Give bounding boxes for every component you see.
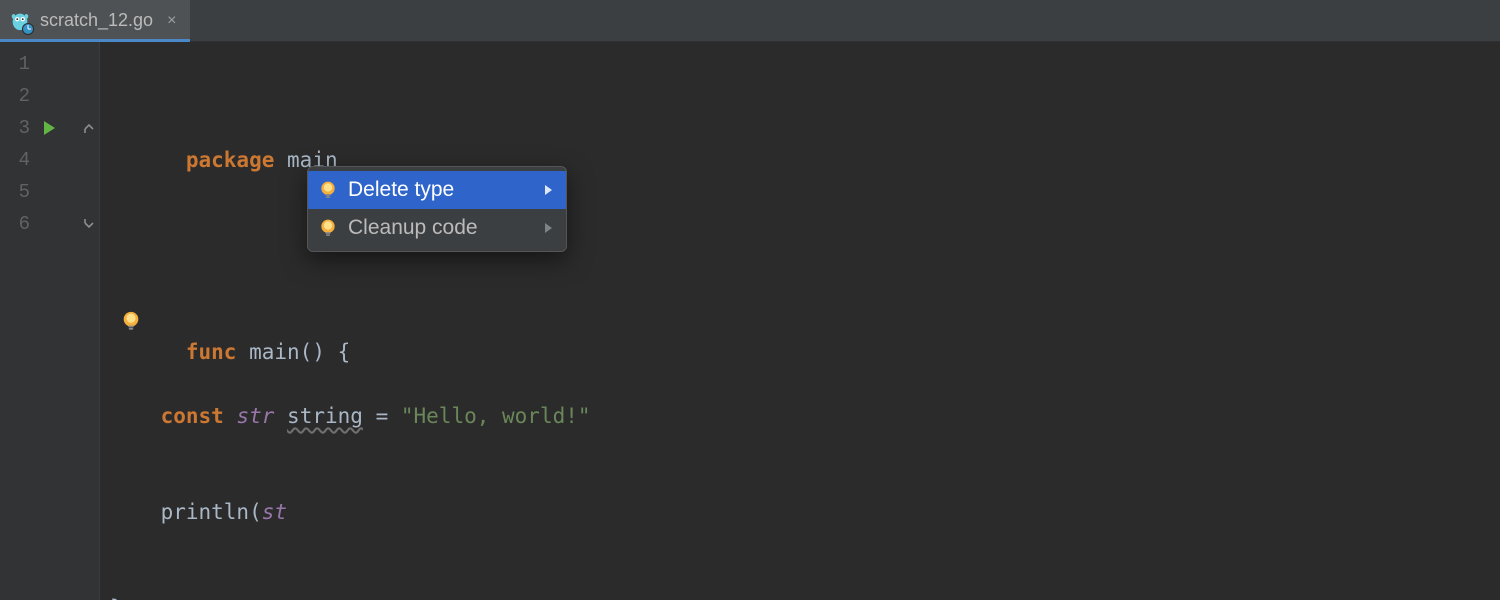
equals: = [376, 404, 389, 428]
line-number-gutter: 1 2 3 4 5 6 [0, 42, 100, 600]
file-tab-label: scratch_12.go [40, 10, 153, 31]
go-file-icon [8, 9, 32, 33]
line-number: 2 [12, 85, 30, 107]
file-tab[interactable]: scratch_12.go × [0, 0, 190, 41]
line-number: 1 [12, 53, 30, 75]
submenu-arrow-icon [545, 223, 552, 233]
intention-menu-item[interactable]: Delete type [308, 171, 566, 209]
intention-actions-popup: Delete type Cleanup code [307, 166, 567, 252]
submenu-arrow-icon [545, 185, 552, 195]
gutter-row: 6 [0, 208, 99, 240]
arg-partial: st [262, 500, 287, 524]
code-line[interactable]: func main() { [100, 304, 591, 336]
lightbulb-icon [318, 180, 338, 200]
parens: () [300, 340, 325, 364]
fold-close-icon[interactable] [83, 218, 95, 230]
func-name: main [249, 340, 300, 364]
gutter-row: 1 [0, 48, 99, 80]
gutter-row: 4 [0, 144, 99, 176]
intention-menu-item[interactable]: Cleanup code [308, 209, 566, 247]
call-println: println [161, 500, 250, 524]
code-area[interactable]: package main func main() { const str str… [100, 42, 591, 600]
code-line[interactable]: package main [100, 112, 591, 144]
code-line[interactable]: const str string = "Hello, world!" [100, 400, 591, 432]
code-line[interactable]: println(st [100, 496, 591, 528]
brace-close: } [110, 596, 123, 600]
line-number: 5 [12, 181, 30, 203]
keyword-package: package [186, 148, 275, 172]
line-number: 4 [12, 149, 30, 171]
code-editor[interactable]: 1 2 3 4 5 6 package main func main() { const … [0, 42, 1500, 600]
fold-open-icon[interactable] [83, 122, 95, 134]
intention-menu-label: Cleanup code [348, 216, 535, 240]
keyword-const: const [161, 404, 224, 428]
line-number: 3 [12, 117, 30, 139]
scratch-clock-badge [22, 23, 34, 35]
brace-open: { [338, 340, 351, 364]
gutter-row: 2 [0, 80, 99, 112]
lightbulb-icon [318, 218, 338, 238]
close-icon[interactable]: × [167, 12, 176, 30]
intention-menu-label: Delete type [348, 178, 535, 202]
const-identifier: str [236, 404, 274, 428]
code-line[interactable]: } [100, 592, 591, 600]
line-number: 6 [12, 213, 30, 235]
string-literal: "Hello, world!" [401, 404, 591, 428]
run-icon[interactable] [44, 121, 55, 135]
gutter-row: 3 [0, 112, 99, 144]
editor-tabbar: scratch_12.go × [0, 0, 1500, 42]
type-annotation: string [287, 404, 363, 428]
gutter-row: 5 [0, 176, 99, 208]
lightbulb-icon[interactable] [120, 309, 142, 331]
keyword-func: func [186, 340, 237, 364]
